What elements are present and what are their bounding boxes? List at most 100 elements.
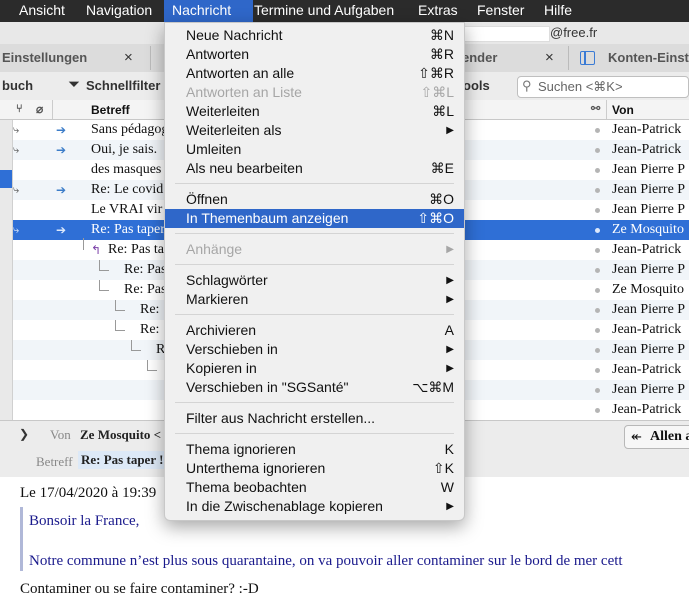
menu-item-weiterleiten[interactable]: Weiterleiten ⌘L [165,102,464,121]
menu-item-shortcut: K [444,441,454,457]
folder-selected-marker [0,170,12,188]
menu-item-als-neu-bearbeiten[interactable]: Als neu bearbeiten ⌘E [165,159,464,178]
attachment-column-icon[interactable]: ⌀ [36,102,43,116]
tab-konten-einstellungen[interactable]: Konten-Einst [608,44,689,72]
menu-item-zwischenablage[interactable]: In die Zwischenablage kopieren ▶ [165,497,464,516]
search-input[interactable]: ⚲ Suchen <⌘K> [517,76,689,98]
menu-item-kopieren-in[interactable]: Kopieren in ▶ [165,359,464,378]
menu-fenster[interactable]: Fenster [477,0,524,22]
read-status-dot[interactable] [595,228,600,233]
menu-item-filter-erstellen[interactable]: Filter aus Nachricht erstellen... [165,409,464,428]
submenu-arrow-icon: ▶ [446,344,454,355]
account-address-suffix: @free.fr [550,25,598,40]
from-label: Von [50,427,71,442]
menu-navigation[interactable]: Navigation [86,0,152,22]
menu-item-umleiten[interactable]: Umleiten [165,140,464,159]
menu-item-thema-ignorieren[interactable]: Thema ignorieren K [165,440,464,459]
menu-item-antworten-an-alle[interactable]: Antworten an alle ⇧⌘R [165,64,464,83]
menu-item-antworten-an-liste: Antworten an Liste ⇧⌘L [165,83,464,102]
menu-item-neue-nachricht[interactable]: Neue Nachricht ⌘N [165,26,464,45]
menu-item-verschieben-in[interactable]: Verschieben in ▶ [165,340,464,359]
row-from: Jean Pierre P [612,302,686,317]
menu-separator [175,183,454,184]
forwarded-icon: ➔ [56,223,67,237]
menu-item-antworten[interactable]: Antworten ⌘R [165,45,464,64]
tree-line [99,280,100,290]
quickfilter-button[interactable]: Schnellfilter [86,78,160,93]
submenu-arrow-icon: ▶ [446,125,454,136]
read-status-dot[interactable] [595,368,600,373]
menu-item-archivieren[interactable]: Archivieren A [165,321,464,340]
thread-icon: ⤷ [13,184,20,196]
from-value[interactable]: Ze Mosquito < [80,427,161,443]
menu-item-label: Öffnen [186,191,228,207]
tab-kalender-close-icon[interactable]: × [545,44,554,72]
row-from: Ze Mosquito [612,222,684,237]
menu-item-verschieben-sgsante[interactable]: Verschieben in "SGSanté" ⌥⌘M [165,378,464,397]
menu-item-label: Markieren [186,291,249,307]
read-status-dot[interactable] [595,188,600,193]
menu-termine[interactable]: Termine und Aufgaben [254,0,394,22]
read-status-dot[interactable] [595,148,600,153]
read-status-dot[interactable] [595,288,600,293]
read-status-dot[interactable] [595,168,600,173]
read-status-dot[interactable] [595,328,600,333]
read-status-dot[interactable] [595,348,600,353]
row-from: Jean-Patrick [612,402,682,417]
addressbook-button[interactable]: buch [2,78,33,93]
read-status-dot[interactable] [595,248,600,253]
menu-item-schlagwoerter[interactable]: Schlagwörter ▶ [165,271,464,290]
row-subject: Re: Pas [124,282,167,297]
read-column-icon[interactable]: ⚯ [591,102,600,115]
menu-item-label: Antworten an alle [186,65,295,81]
thread-icon: ⤷ [13,124,20,136]
thread-column-icon[interactable]: ⑂ [16,103,23,115]
reply-all-button[interactable]: ↞ Allen a [624,425,689,449]
menu-item-oeffnen[interactable]: Öffnen ⌘O [165,190,464,209]
menu-item-label: In die Zwischenablage kopieren [186,498,383,514]
submenu-arrow-icon: ▶ [446,501,454,512]
replied-icon: ↰ [91,243,102,257]
read-status-dot[interactable] [595,128,600,133]
tab-einstellungen-close-icon[interactable]: × [124,44,133,72]
menu-item-markieren[interactable]: Markieren ▶ [165,290,464,309]
subject-value: Re: Pas taper ! [78,451,167,469]
tab-kalender[interactable]: ender [462,44,497,72]
menu-item-unterthema-ignorieren[interactable]: Unterthema ignorieren ⇧K [165,459,464,478]
expand-header-icon[interactable]: ❯ [19,427,29,441]
column-subject[interactable]: Betreff [91,103,130,117]
menu-extras[interactable]: Extras [418,0,458,22]
row-subject: Re: Le covid [91,182,164,197]
account-settings-icon [580,51,595,65]
menu-item-label: Weiterleiten [186,103,260,119]
row-from: Jean Pierre P [612,382,686,397]
row-subject: Re: Pas [124,262,167,277]
nachricht-menu: Neue Nachricht ⌘N Antworten ⌘R Antworten a… [164,22,465,521]
menu-item-in-themenbaum-anzeigen[interactable]: In Themenbaum anzeigen ⇧⌘O [165,209,464,228]
menu-item-shortcut: ⌘O [429,191,454,207]
menubar: Ansicht Navigation Nachricht Termine und… [0,0,689,22]
menu-item-label: Archivieren [186,322,257,338]
row-from: Ze Mosquito [612,282,684,297]
menu-ansicht[interactable]: Ansicht [19,0,65,22]
tools-button[interactable]: ools [463,78,490,93]
menu-item-thema-beobachten[interactable]: Thema beobachten W [165,478,464,497]
quote-line-2: Notre commune n’est plus sous quarantain… [29,553,623,569]
menu-hilfe[interactable]: Hilfe [544,0,572,22]
menu-item-shortcut: ⇧⌘R [418,65,454,81]
read-status-dot[interactable] [595,408,600,413]
row-subject: Re: Pas taper [91,222,165,237]
read-status-dot[interactable] [595,268,600,273]
tab-einstellungen[interactable]: Einstellungen [2,44,87,72]
tree-line [115,320,116,330]
menu-item-shortcut: W [440,479,454,495]
read-status-dot[interactable] [595,308,600,313]
menu-item-weiterleiten-als[interactable]: Weiterleiten als ▶ [165,121,464,140]
read-status-dot[interactable] [595,388,600,393]
row-from: Jean Pierre P [612,202,686,217]
menu-item-shortcut: ⌘L [432,103,454,119]
menu-nachricht[interactable]: Nachricht [164,0,253,22]
folder-pane-edge[interactable] [0,120,13,420]
column-from[interactable]: Von [612,103,634,117]
read-status-dot[interactable] [595,208,600,213]
